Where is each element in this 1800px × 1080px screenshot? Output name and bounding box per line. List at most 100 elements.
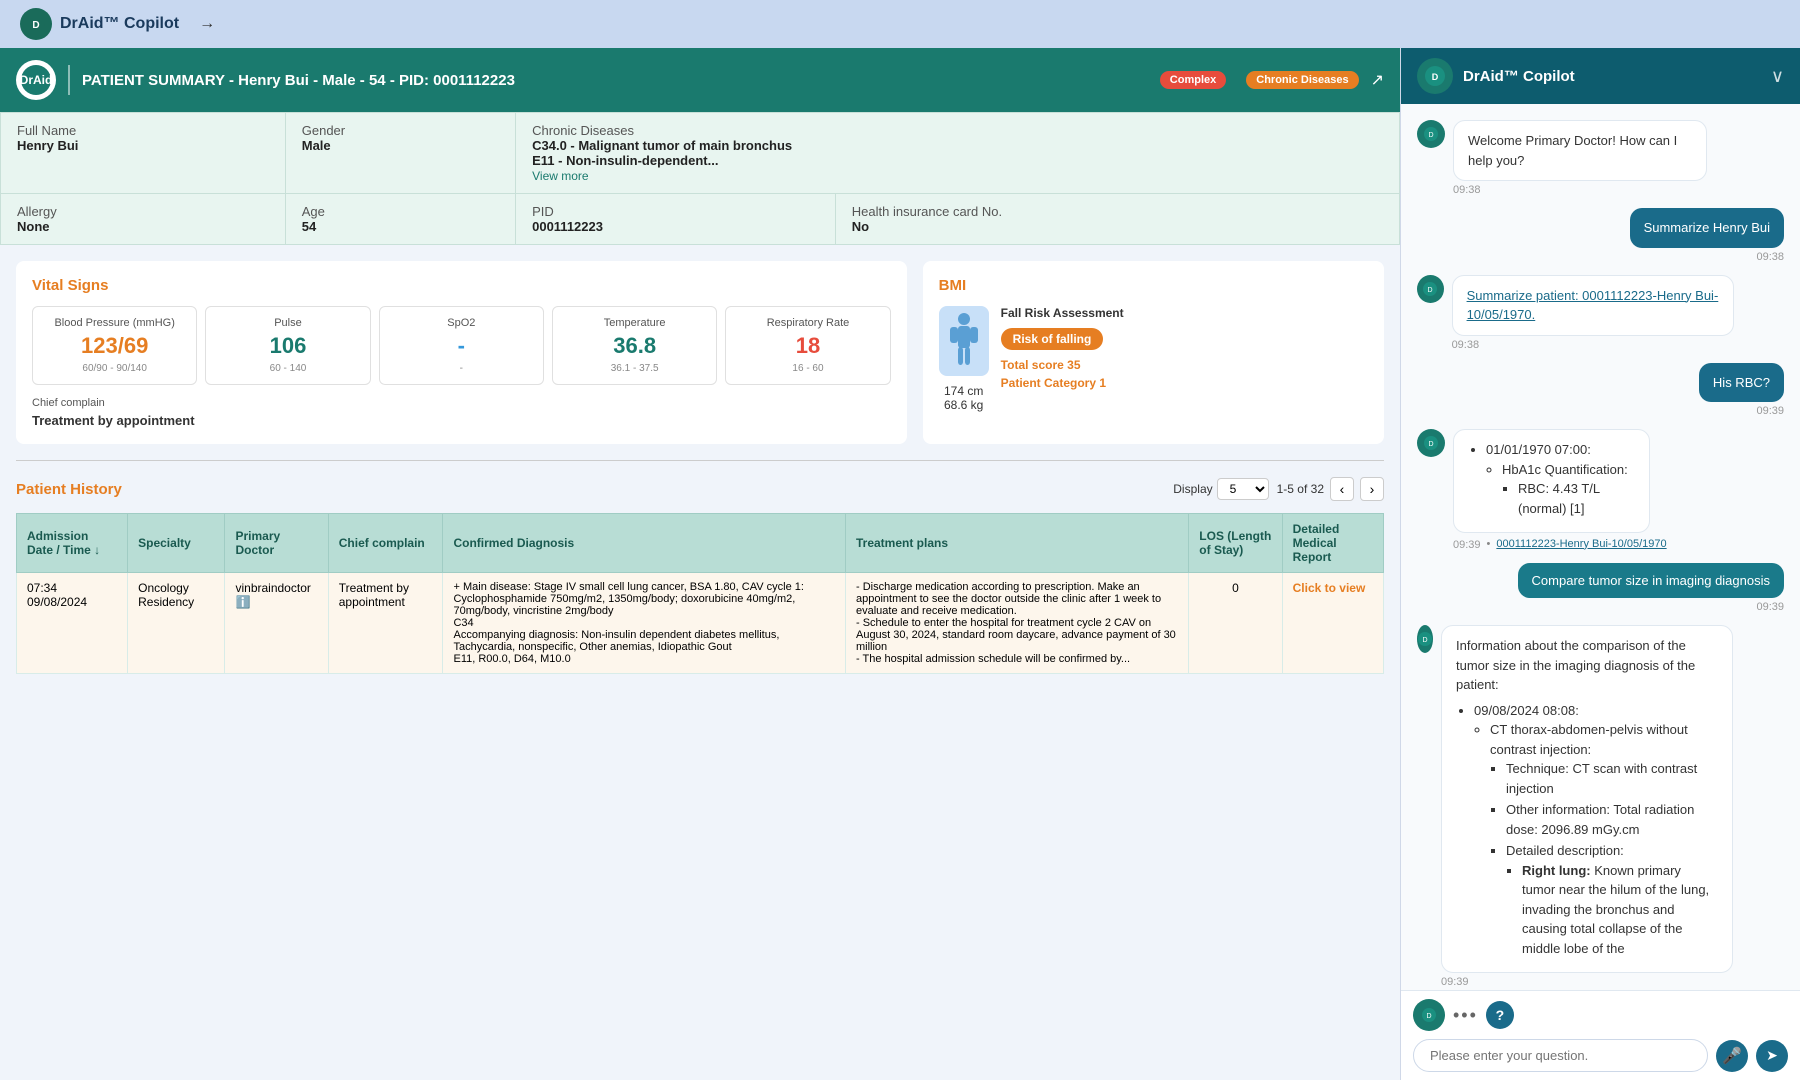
height-value: 174 cm [944,384,983,398]
view-more-link[interactable]: View more [532,169,588,183]
rbc-subsublist: RBC: 4.43 T/L (normal) [1] [1502,479,1635,518]
logo-icon: D [20,8,52,40]
treatment-plans-cell: - Discharge medication according to pres… [845,573,1188,674]
table-row: 07:34 09/08/2024 Oncology Residency vinb… [17,573,1384,674]
rbc-date-item: 01/01/1970 07:00: HbA1c Quantification: … [1486,440,1635,518]
patient-info-table: Full NameHenry Bui GenderMale Chronic Di… [0,112,1400,245]
rbc-result-bubble: 01/01/1970 07:00: HbA1c Quantification: … [1453,429,1650,533]
toolbar-main-button[interactable]: D [1413,999,1445,1031]
compare-sublist: CT thorax-abdomen-pelvis without contras… [1474,720,1718,958]
welcome-bubble: Welcome Primary Doctor! How can I help y… [1453,120,1707,181]
left-panel: DrAid PATIENT SUMMARY - Henry Bui - Male… [0,48,1400,1080]
detailed-report-cell[interactable]: Click to view [1282,573,1383,674]
navigation-arrow[interactable]: → [199,15,215,33]
bot-message-row: D Welcome Primary Doctor! How can I help… [1417,120,1752,196]
vital-rr-value: 18 [734,333,881,359]
admission-date: 09/08/2024 [27,595,117,609]
admission-time: 07:34 [27,581,117,595]
message-rbc: His RBC? 09:39 [1417,363,1784,418]
compare-date-item: 09/08/2024 08:08: CT thorax-abdomen-pelv… [1474,701,1718,959]
vital-respiratory-rate: Respiratory Rate 18 16 - 60 [725,306,890,385]
col-detailed-report: Detailed Medical Report [1282,514,1383,573]
svg-text:D: D [1426,1013,1431,1020]
copilot-title: DrAid™ Copilot [1463,68,1761,85]
help-button[interactable]: ? [1486,1001,1514,1029]
svg-text:D: D [1428,287,1433,294]
summarize-text: Summarize Henry Bui [1644,220,1770,235]
prev-page-button[interactable]: ‹ [1330,477,1354,501]
message-compare-result: D Information about the comparison of th… [1417,625,1784,988]
full-name-value: Henry Bui [17,138,78,153]
rbc-bubble: His RBC? [1699,363,1784,403]
age-value: 54 [302,219,316,234]
copilot-text-input[interactable] [1413,1039,1708,1072]
next-page-button[interactable]: › [1360,477,1384,501]
col-chief-complain: Chief complain [328,514,443,573]
chronic-diseases-value2: E11 - Non-insulin-dependent... [532,153,718,168]
svg-text:D: D [1422,637,1427,644]
detailed-desc-item: Detailed description: Right lung: Known … [1506,841,1718,958]
patient-history-title: Patient History [16,481,122,498]
weight-value: 68.6 kg [944,398,983,412]
copilot-header: D DrAid™ Copilot ∨ [1401,48,1800,104]
rbc-value-item: RBC: 4.43 T/L (normal) [1] [1518,479,1635,518]
age-label: Age [302,204,325,219]
col-specialty: Specialty [128,514,225,573]
vital-temp-value: 36.8 [561,333,708,359]
rbc-result-time: 09:39 [1453,539,1481,551]
rbc-sublist: HbA1c Quantification: RBC: 4.43 T/L (nor… [1486,460,1635,519]
vital-rr-range: 16 - 60 [734,363,881,374]
bot-avatar-icon-2: D [1417,275,1444,303]
patient-category: Patient Category 1 [1001,376,1368,390]
col-treatment-plans: Treatment plans [845,514,1188,573]
chief-complain-cell: Treatment by appointment [328,573,443,674]
diagnosis-cell: + Main disease: Stage IV small cell lung… [443,573,846,674]
main-layout: DrAid PATIENT SUMMARY - Henry Bui - Male… [0,48,1800,1080]
message-welcome: D Welcome Primary Doctor! How can I help… [1417,120,1784,196]
bmi-content: 174 cm 68.6 kg Fall Risk Assessment Risk… [939,306,1368,412]
los-cell: 0 [1189,573,1282,674]
bot-compare-row: D Information about the comparison of th… [1417,625,1784,988]
col-confirmed-diagnosis: Confirmed Diagnosis [443,514,846,573]
vitals-bmi-section: Vital Signs Blood Pressure (mmHG) 123/69… [0,245,1400,460]
vital-temp-range: 36.1 - 37.5 [561,363,708,374]
app-title: DrAid™ Copilot [60,15,179,33]
rbc-meta: 09:39 • 0001112223-Henry Bui-10/05/1970 [1453,536,1685,551]
header-divider [68,65,70,95]
svg-text:D: D [1428,132,1433,139]
external-link-icon[interactable]: ↗ [1371,70,1384,90]
display-count-select[interactable]: 5 10 20 [1217,478,1269,500]
vital-bp-value: 123/69 [41,333,188,359]
bot-avatar-icon-3: D [1417,429,1445,457]
copilot-icon: D [1417,58,1453,94]
copilot-input-area: D ••• ? 🎤 ➤ [1401,990,1800,1080]
patient-summary-link[interactable]: Summarize patient: 0001112223-Henry Bui-… [1467,288,1719,323]
fall-risk-title: Fall Risk Assessment [1001,306,1368,320]
compare-intro: Information about the comparison of the … [1456,636,1718,695]
bot-avatar-icon: D [1417,120,1445,148]
health-insurance-value: No [852,219,869,234]
copilot-toolbar: D ••• ? [1413,999,1788,1031]
chronic-diseases-value1: C34.0 - Malignant tumor of main bronchus [532,138,792,153]
gender-value: Male [302,138,331,153]
vital-pulse: Pulse 106 60 - 140 [205,306,370,385]
link-bubble[interactable]: Summarize patient: 0001112223-Henry Bui-… [1452,275,1735,336]
toolbar-more-options[interactable]: ••• [1453,1005,1478,1026]
col-admission-date: Admission Date / Time ↓ [17,514,128,573]
vital-spo2-range: - [388,363,535,374]
history-header: Patient History Display 5 10 20 1-5 of 3… [16,477,1384,501]
svg-text:DrAid: DrAid [20,73,52,87]
patient-history-section: Patient History Display 5 10 20 1-5 of 3… [0,461,1400,690]
gender-label: Gender [302,123,345,138]
message-rbc-result: D 01/01/1970 07:00: HbA1c Quantification… [1417,429,1784,551]
click-to-view-link[interactable]: Click to view [1293,581,1366,595]
send-button[interactable]: ➤ [1756,1040,1788,1072]
chief-complain-value: Treatment by appointment [32,413,891,428]
copilot-panel: D DrAid™ Copilot ∨ D Welcome Primary Doc… [1400,48,1800,1080]
summarize-time: 09:38 [1756,251,1784,263]
patient-link-rbc[interactable]: 0001112223-Henry Bui-10/05/1970 [1496,538,1666,550]
copilot-collapse-icon[interactable]: ∨ [1771,66,1784,87]
mic-button[interactable]: 🎤 [1716,1040,1748,1072]
vital-spo2: SpO2 - - [379,306,544,385]
display-select[interactable]: Display 5 10 20 [1173,478,1268,500]
